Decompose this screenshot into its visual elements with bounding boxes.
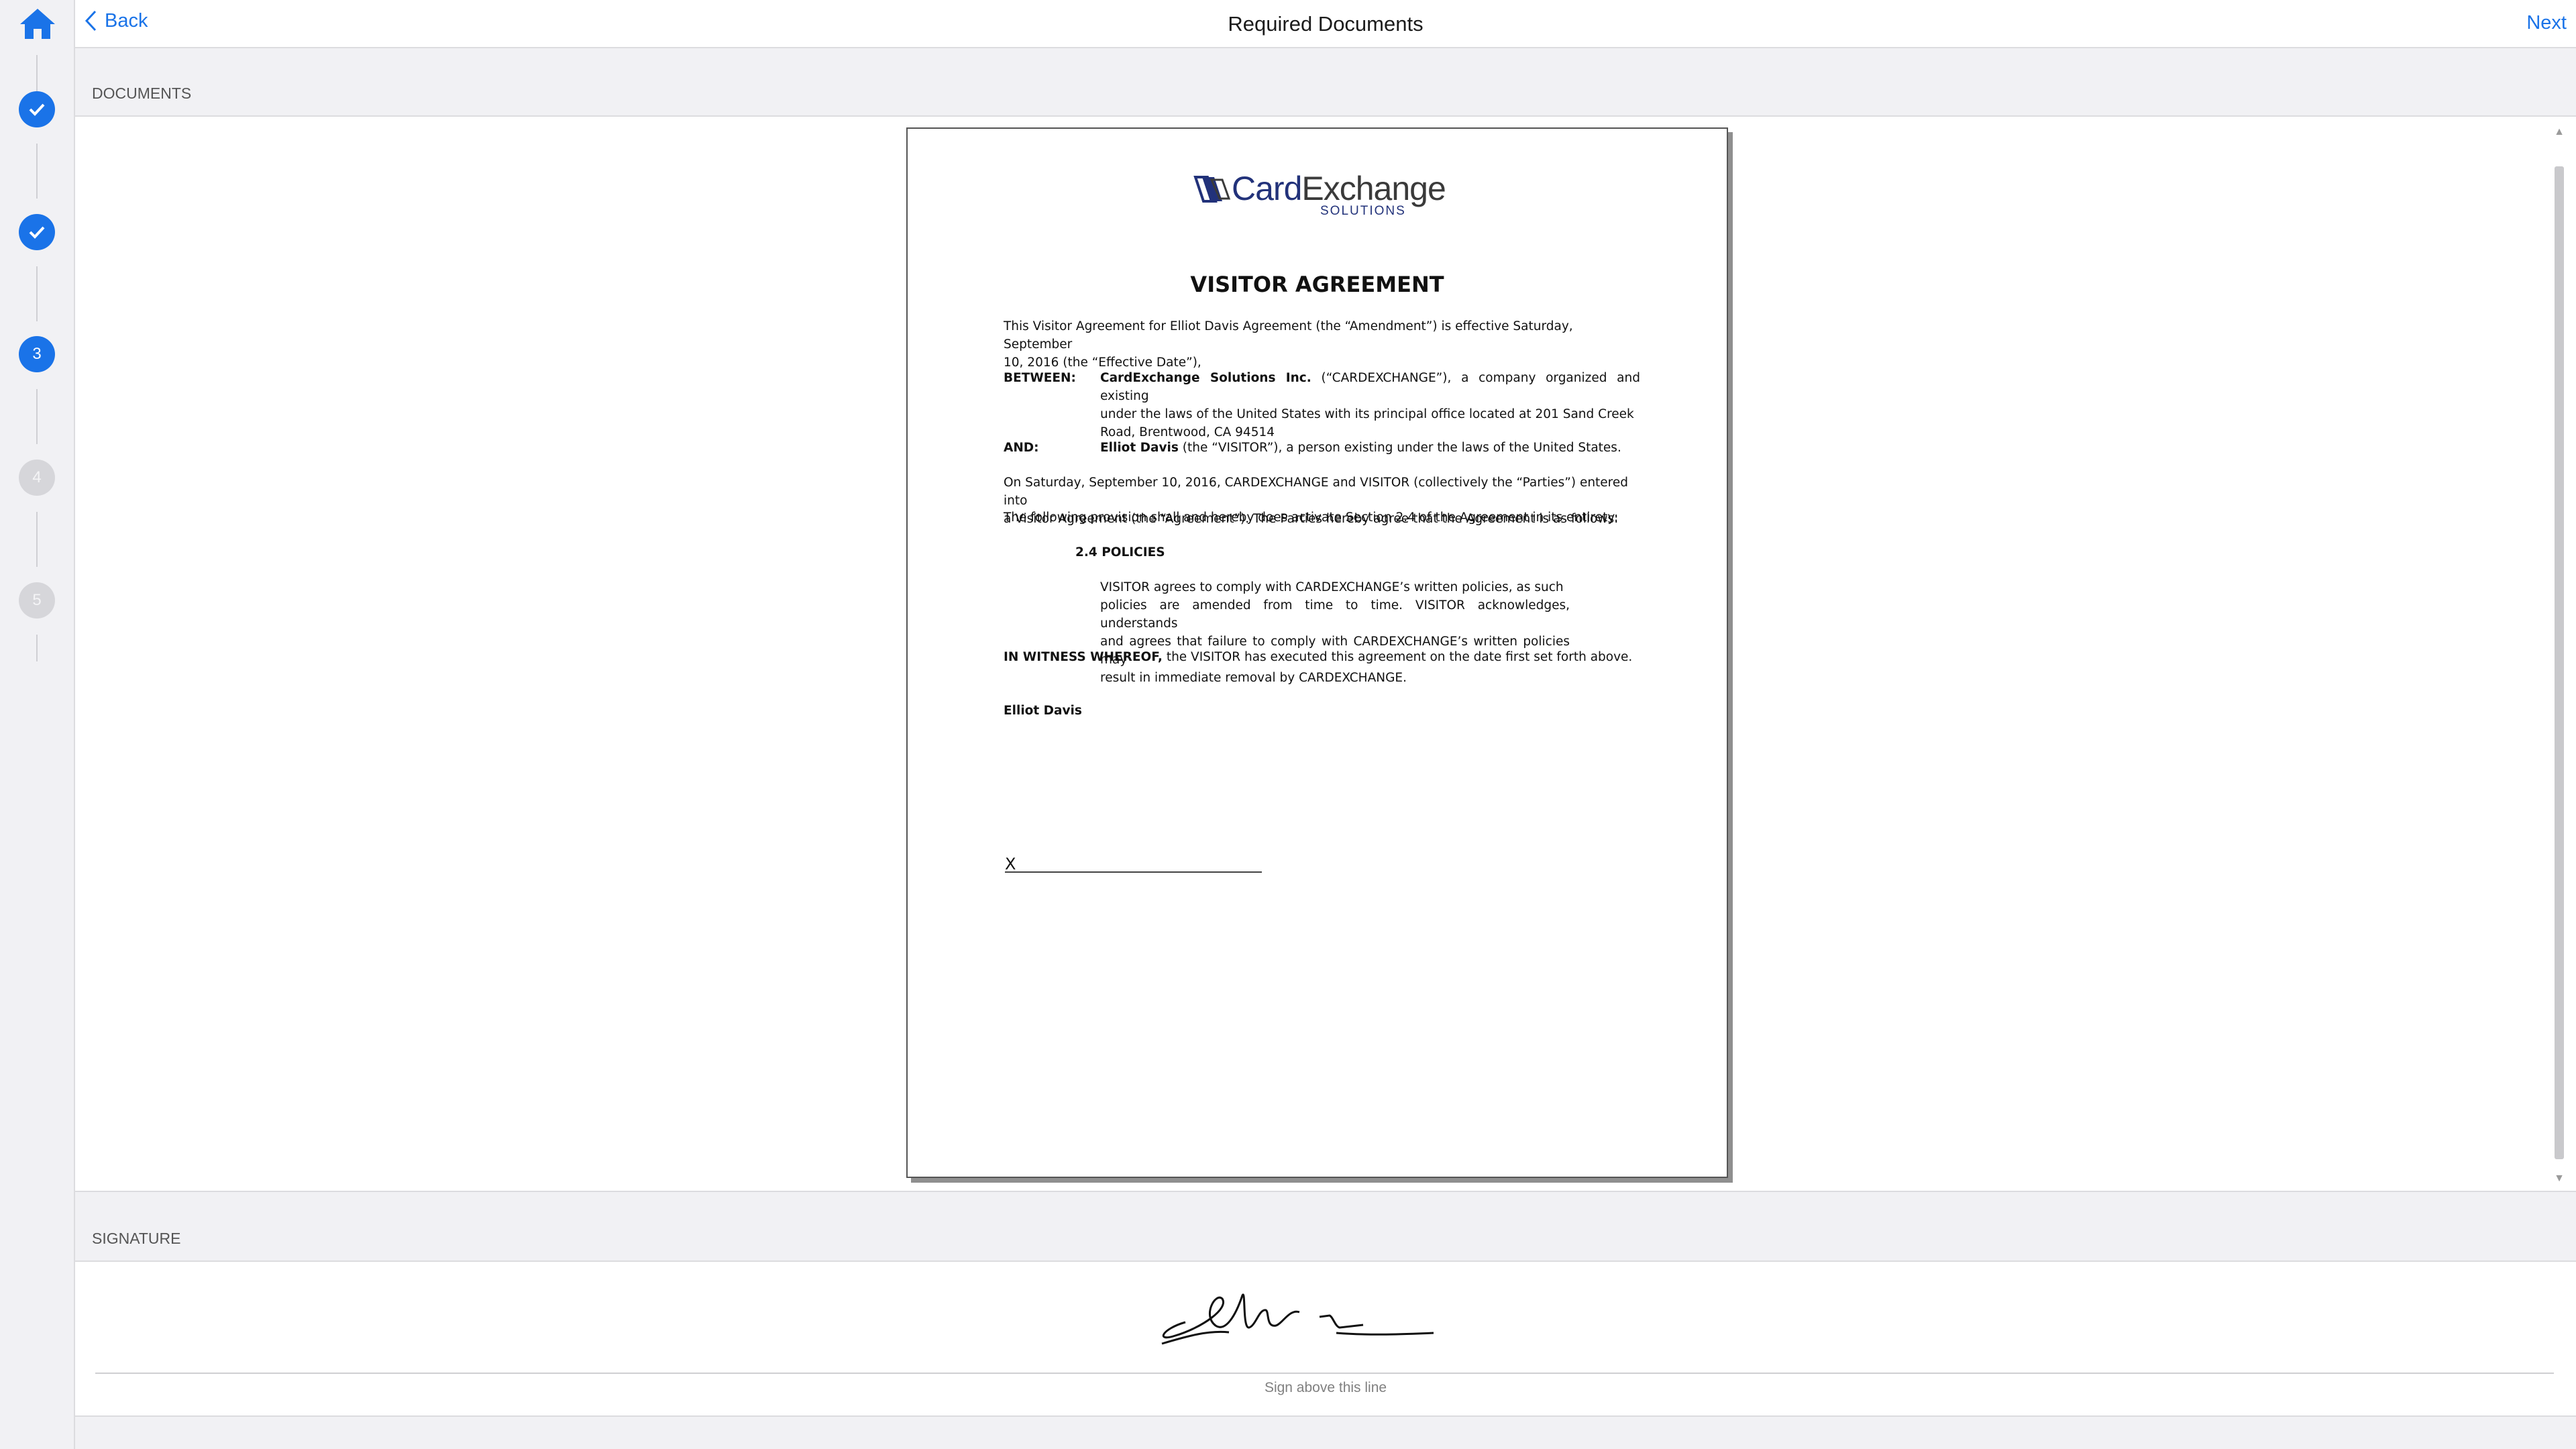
document-title: VISITOR AGREEMENT — [1190, 272, 1444, 297]
section-heading: 2.4 POLICIES — [1075, 545, 1165, 559]
signature-section-header: SIGNATURE — [92, 1230, 181, 1247]
step-connector — [36, 144, 38, 199]
logo-wordmark: CardExchange — [1232, 170, 1446, 207]
step-4: 4 — [19, 460, 55, 496]
page-title: Required Documents — [1228, 12, 1424, 36]
step-2-complete[interactable] — [19, 214, 55, 250]
home-icon[interactable] — [18, 7, 57, 40]
step-connector — [36, 389, 38, 444]
documents-section-header: DOCUMENTS — [92, 85, 192, 102]
checkmark-icon — [29, 226, 45, 239]
step-1-complete[interactable] — [19, 91, 55, 127]
card-logo-icon — [1193, 176, 1231, 203]
signer-name: Elliot Davis — [1004, 704, 1082, 718]
handwritten-signature — [1161, 1293, 1434, 1345]
next-button[interactable]: Next — [2526, 12, 2567, 34]
sign-hint-text: Sign above this line — [1264, 1380, 1387, 1395]
step-3-current[interactable]: 3 — [19, 336, 55, 372]
step-rail: 3 4 5 — [0, 0, 75, 1449]
scroll-down-arrow-icon[interactable]: ▼ — [2552, 1173, 2567, 1186]
between-label: BETWEEN: — [1004, 371, 1076, 385]
provision-paragraph: The following provision shall and hereby… — [1004, 511, 1619, 525]
logo-subtitle: SOLUTIONS — [1320, 204, 1406, 218]
and-label: AND: — [1004, 441, 1039, 455]
and-paragraph: Elliot Davis (the “VISITOR”), a person e… — [1100, 441, 1621, 455]
documents-viewer[interactable]: CardExchange SOLUTIONS VISITOR AGREEMENT… — [75, 115, 2576, 1192]
document-scrollbar[interactable]: ▲ ▼ — [2552, 126, 2567, 1186]
signature-pad[interactable]: Sign above this line — [75, 1260, 2576, 1417]
policy-paragraph: VISITOR agrees to comply with CARDEXCHAN… — [1100, 580, 1570, 685]
scrollbar-thumb[interactable] — [2555, 166, 2564, 1159]
document-signature-line — [1005, 871, 1262, 873]
step-5: 5 — [19, 582, 55, 619]
step-connector — [36, 266, 38, 321]
intro-paragraph: This Visitor Agreement for Elliot Davis … — [1004, 319, 1573, 370]
sign-here-line — [95, 1373, 2554, 1374]
checkmark-icon — [29, 103, 45, 116]
document-page: CardExchange SOLUTIONS VISITOR AGREEMENT… — [906, 127, 1728, 1178]
top-bar: Back Required Documents Next — [75, 0, 2576, 48]
step-connector — [36, 512, 38, 567]
scroll-up-arrow-icon[interactable]: ▲ — [2552, 126, 2567, 140]
signature-x-mark: X — [1005, 855, 1016, 873]
step-connector — [36, 635, 38, 661]
company-logo: CardExchange SOLUTIONS — [1193, 169, 1461, 229]
witness-paragraph: IN WITNESS WHEREOF, the VISITOR has exec… — [1004, 650, 1633, 664]
between-paragraph: CardExchange Solutions Inc. (“CARDEXCHAN… — [1100, 371, 1640, 439]
